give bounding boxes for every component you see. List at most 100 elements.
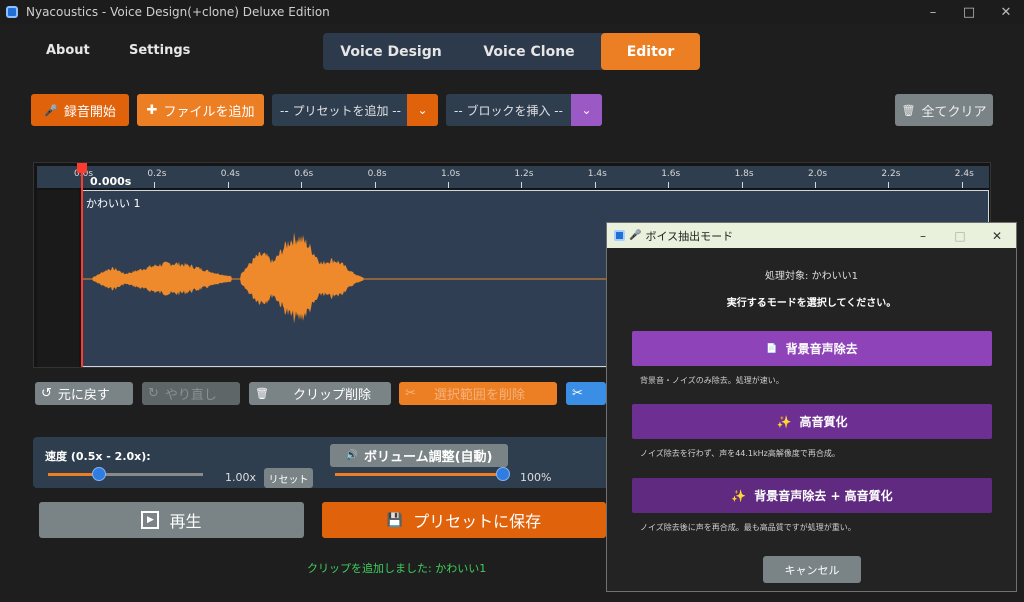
volume-slider-fill bbox=[335, 473, 503, 476]
redo-label: やり直し bbox=[164, 388, 217, 403]
ruler-tick bbox=[154, 182, 156, 188]
preset-dropdown[interactable]: -- プリセットを追加 -- ⌄ bbox=[272, 94, 438, 126]
ruler-tick bbox=[815, 182, 816, 188]
ruler-tick-label: 1.0s bbox=[441, 169, 461, 179]
undo-label: 元に戻す bbox=[57, 388, 110, 403]
ruler-tick-label: 1.4s bbox=[587, 169, 607, 179]
microphone-icon: 🎤 bbox=[629, 230, 642, 241]
speed-slider-handle[interactable] bbox=[92, 467, 107, 481]
record-button[interactable]: 🎤 録音開始 bbox=[31, 94, 129, 126]
ruler-tick bbox=[668, 182, 670, 188]
speed-value: 1.00x bbox=[225, 471, 257, 484]
controls-panel: 速度 (0.5x - 2.0x): 1.00x リセット 🔊 ボリューム調整(自… bbox=[33, 437, 653, 488]
delete-selection-button[interactable]: ✂ 選択範囲を削除 bbox=[399, 382, 557, 405]
mode-remove-background-button[interactable]: 📄 背景音声除去 bbox=[632, 331, 992, 366]
delete-selection-label: 選択範囲を削除 bbox=[433, 388, 525, 403]
ruler-tick bbox=[227, 182, 229, 188]
ruler-tick bbox=[521, 182, 523, 188]
maximize-icon[interactable]: □ bbox=[942, 223, 978, 248]
tab-editor[interactable]: Editor bbox=[601, 33, 700, 70]
record-label: 録音開始 bbox=[63, 104, 116, 120]
add-file-button[interactable]: ✚ ファイルを追加 bbox=[137, 94, 264, 126]
track-header bbox=[37, 190, 79, 367]
dialog-title: ボイス抽出モード bbox=[645, 229, 734, 243]
save-preset-button[interactable]: 💾 プリセットに保存 bbox=[322, 502, 606, 538]
ruler-tick bbox=[961, 182, 963, 188]
minimize-icon[interactable]: – bbox=[905, 223, 941, 248]
close-icon[interactable]: ✕ bbox=[979, 223, 1015, 248]
ruler-tick bbox=[594, 182, 596, 188]
mode-label: 背景音声除去 bbox=[785, 342, 858, 356]
delete-clip-button[interactable]: 🗑 クリップ削除 bbox=[249, 382, 391, 405]
speed-label: 速度 (0.5x - 2.0x): bbox=[45, 450, 151, 463]
ruler-tick-label: 0.8s bbox=[367, 169, 387, 179]
ruler-tick bbox=[448, 182, 449, 188]
title-bar: Nyacoustics - Voice Design(+clone) Delux… bbox=[0, 0, 1024, 24]
dialog-title-bar: 🎤 ボイス抽出モード – □ ✕ bbox=[607, 223, 1016, 248]
about-link[interactable]: About bbox=[46, 43, 90, 58]
clear-all-button[interactable]: 🗑 全てクリア bbox=[895, 94, 993, 126]
document-icon: 📄 bbox=[766, 343, 778, 354]
minimize-icon[interactable]: – bbox=[915, 0, 951, 24]
preset-dropdown-value: -- プリセットを追加 -- bbox=[280, 103, 401, 118]
scissors-icon: ✂ bbox=[572, 386, 583, 401]
plus-icon: ✚ bbox=[146, 102, 158, 118]
dialog-target: 処理対象: かわいい1 bbox=[765, 271, 858, 282]
microphone-icon: 🎤 bbox=[44, 103, 58, 117]
mode-label: 高音質化 bbox=[799, 415, 848, 429]
ruler-tick-label: 0.4s bbox=[220, 169, 240, 179]
time-ruler[interactable]: 0.0s 0.2s 0.4s 0.6s 0.8s 1.0s 1.2s 1.4s 1.6s 1.8s… bbox=[37, 166, 989, 188]
ruler-tick bbox=[301, 182, 303, 188]
save-preset-label: プリセットに保存 bbox=[413, 512, 542, 531]
ruler-tick-label: 2.0s bbox=[808, 169, 828, 179]
mode-label: 背景音声除去 + 高音質化 bbox=[754, 489, 893, 503]
redo-button[interactable]: ↻ やり直し bbox=[142, 382, 240, 405]
ruler-tick-label: 1.6s bbox=[661, 169, 681, 179]
ruler-tick-label: 2.2s bbox=[881, 169, 901, 179]
add-file-label: ファイルを追加 bbox=[163, 104, 255, 120]
mode-remove-and-enhance-button[interactable]: ✨ 背景音声除去 + 高音質化 bbox=[632, 478, 992, 513]
play-button[interactable]: ▶ 再生 bbox=[39, 502, 304, 538]
volume-auto-button[interactable]: 🔊 ボリューム調整(自動) bbox=[330, 444, 508, 467]
maximize-icon[interactable]: □ bbox=[951, 0, 987, 24]
sparkle-icon: ✨ bbox=[776, 414, 792, 429]
mode-description: ノイズ除去後に声を再合成。最も高品質ですが処理が重い。 bbox=[640, 523, 856, 532]
close-icon[interactable]: ✕ bbox=[988, 0, 1024, 24]
mode-description: 背景音・ノイズのみ除去。処理が速い。 bbox=[640, 376, 784, 385]
dialog-prompt: 実行するモードを選択してください。 bbox=[726, 298, 897, 309]
reset-button[interactable]: リセット bbox=[264, 468, 313, 488]
trash-icon: 🗑 bbox=[255, 387, 269, 400]
play-icon: ▶ bbox=[141, 511, 160, 529]
ruler-tick-label: 2.4s bbox=[954, 169, 974, 179]
cancel-button[interactable]: キャンセル bbox=[763, 556, 861, 583]
playhead[interactable] bbox=[77, 163, 87, 367]
current-time: 0.000s bbox=[90, 175, 132, 188]
volume-value: 100% bbox=[520, 471, 552, 484]
scissors-icon: ✂ bbox=[405, 386, 416, 401]
tab-voice-design[interactable]: Voice Design bbox=[323, 33, 459, 70]
undo-icon: ↺ bbox=[41, 386, 52, 401]
mode-enhance-button[interactable]: ✨ 高音質化 bbox=[632, 404, 992, 439]
block-dropdown-value: -- ブロックを挿入 -- bbox=[454, 103, 563, 118]
ruler-tick bbox=[888, 182, 890, 188]
ruler-tick-label: 0.2s bbox=[147, 169, 167, 179]
ruler-tick-label: 1.2s bbox=[514, 169, 534, 179]
chevron-down-icon[interactable]: ⌄ bbox=[407, 94, 438, 126]
split-button[interactable]: ✂ bbox=[566, 382, 606, 405]
ruler-tick bbox=[741, 182, 743, 188]
ruler-tick-label: 1.8s bbox=[734, 169, 754, 179]
ruler-tick bbox=[374, 182, 376, 188]
status-message: クリップを追加しました: かわいい1 bbox=[307, 562, 487, 575]
undo-button[interactable]: ↺ 元に戻す bbox=[35, 382, 133, 405]
speaker-icon: 🔊 bbox=[345, 450, 358, 461]
redo-icon: ↻ bbox=[148, 386, 159, 401]
block-dropdown[interactable]: -- ブロックを挿入 -- ⌄ bbox=[446, 94, 602, 126]
volume-slider-handle[interactable] bbox=[496, 467, 510, 481]
app-icon bbox=[6, 6, 18, 18]
settings-link[interactable]: Settings bbox=[129, 43, 190, 58]
trash-icon: 🗑 bbox=[901, 103, 916, 117]
chevron-down-icon[interactable]: ⌄ bbox=[571, 94, 602, 126]
volume-label: ボリューム調整(自動) bbox=[363, 450, 493, 465]
tab-voice-clone[interactable]: Voice Clone bbox=[459, 33, 599, 70]
voice-extract-dialog: 🎤 ボイス抽出モード – □ ✕ 処理対象: かわいい1 実行するモードを選択し… bbox=[606, 222, 1017, 592]
